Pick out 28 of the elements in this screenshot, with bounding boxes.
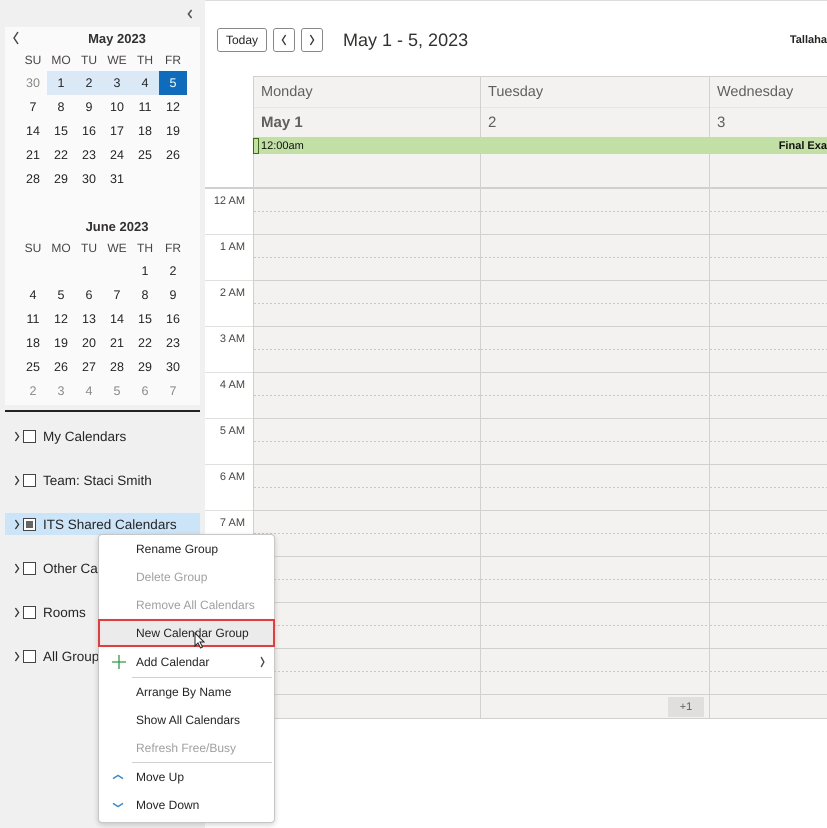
day-date: 3: [716, 113, 726, 133]
calendar-group-label: All Group: [43, 648, 100, 664]
calendar-group-label: Team: Staci Smith: [43, 472, 152, 488]
weekday-label: WE: [106, 52, 128, 69]
weekday-label: MO: [50, 52, 72, 69]
event-title: Final Exa: [778, 140, 827, 152]
event-time: 12:00am: [261, 140, 304, 152]
weekday-label: FR: [164, 240, 182, 257]
weekday-label: SU: [24, 240, 42, 257]
date-range-title: May 1 - 5, 2023: [343, 30, 468, 50]
month-title: May 2023: [88, 30, 146, 46]
weekday-label: SU: [24, 52, 42, 69]
weekday-label: WE: [106, 240, 128, 257]
calendar-group-label: ITS Shared Calendars: [43, 516, 177, 532]
location-label: Tallaha: [790, 34, 827, 46]
weekday-label: FR: [164, 52, 182, 69]
weekday-label: TU: [80, 240, 98, 257]
weekday-label: MO: [50, 240, 72, 257]
weekday-label: TH: [136, 52, 154, 69]
day-date: 2: [487, 113, 498, 133]
day-name: Wednesday: [710, 77, 827, 108]
calendar-group-label: Other Ca: [43, 560, 98, 576]
month-title: June 2023: [86, 218, 148, 234]
calendar-group-label: My Calendars: [43, 428, 126, 444]
day-date: May 1: [260, 113, 304, 133]
weekday-label: TU: [80, 52, 98, 69]
weekday-label: TH: [136, 240, 154, 257]
calendar-group-label: Rooms: [43, 604, 86, 620]
